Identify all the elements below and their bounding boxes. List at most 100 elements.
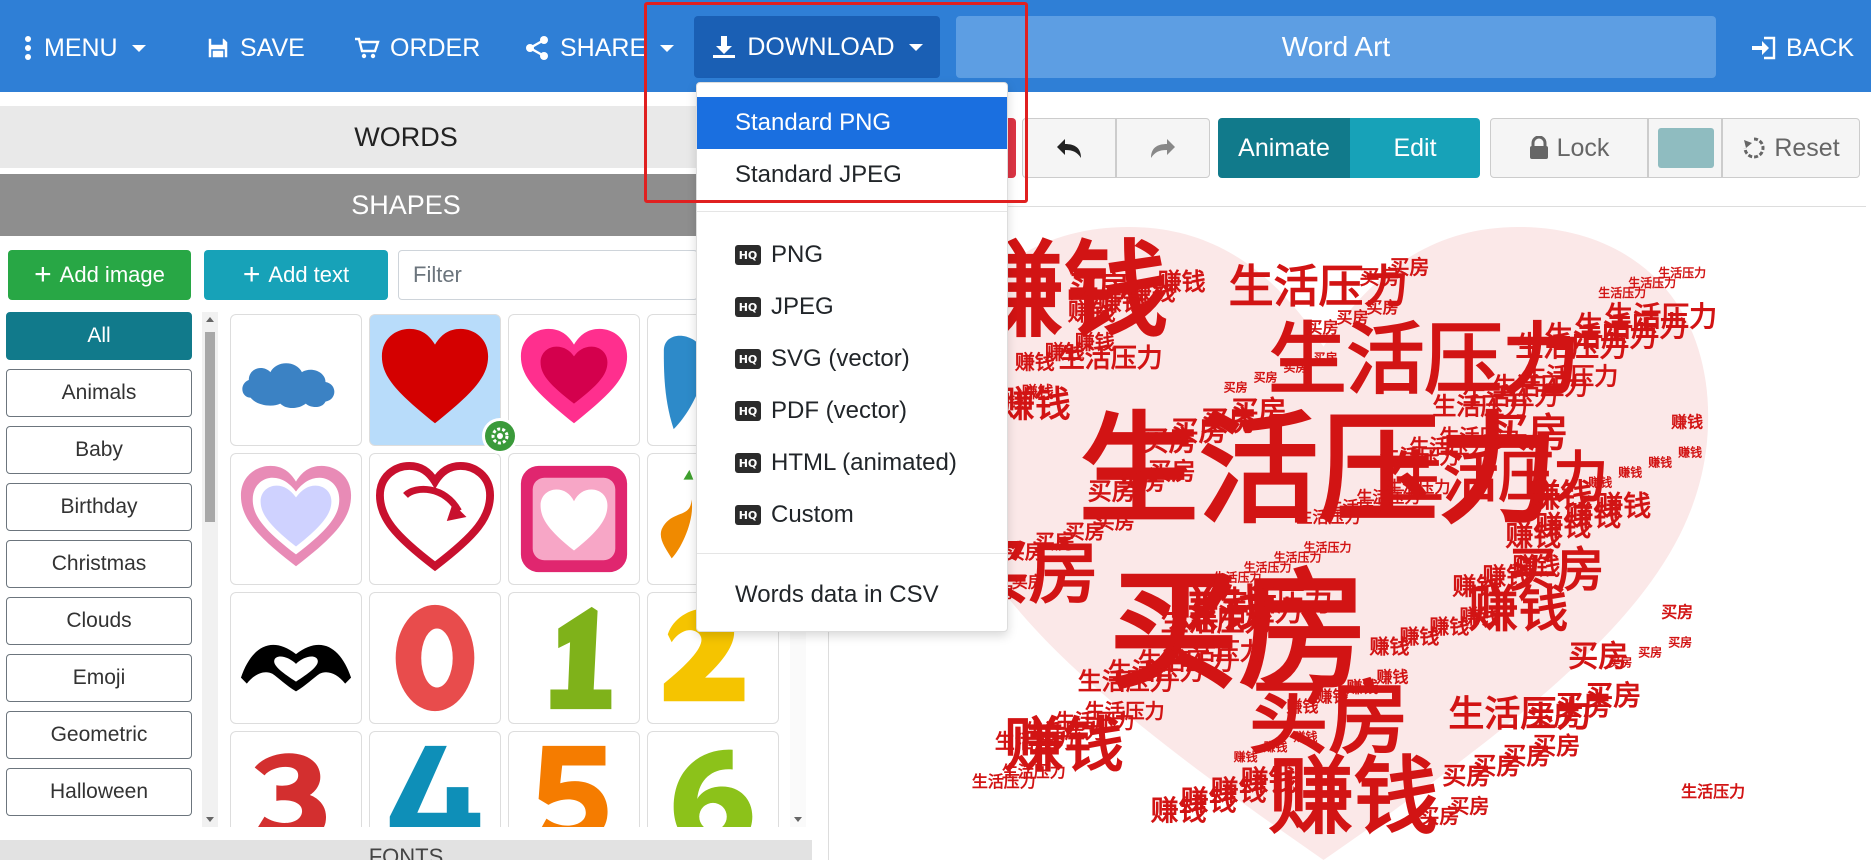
tile-cloud[interactable] [230, 314, 362, 446]
category-baby[interactable]: Baby [6, 426, 192, 474]
undo-icon [1057, 139, 1081, 158]
category-scrollbar[interactable] [202, 312, 218, 827]
shapes-section-header[interactable]: SHAPES [0, 174, 812, 236]
html-option[interactable]: HQ HTML (animated) [697, 437, 1007, 489]
share-label: SHARE [560, 33, 647, 62]
lock-label: Lock [1556, 133, 1610, 162]
reset-button[interactable]: Reset [1722, 118, 1860, 178]
redo-button[interactable] [1116, 118, 1210, 178]
category-christmas[interactable]: Christmas [6, 540, 192, 588]
sign-in-icon [1752, 36, 1776, 60]
tile-arrow-heart[interactable] [369, 453, 501, 585]
download-button[interactable]: DOWNLOAD [694, 16, 940, 78]
hq-badge-icon: HQ [735, 349, 761, 369]
hq-jpeg-label: JPEG [771, 293, 834, 320]
custom-option[interactable]: HQ Custom [697, 489, 1007, 541]
gear-icon[interactable] [482, 418, 518, 454]
word-art-word: 赚钱 [1151, 794, 1207, 827]
standard-png-option[interactable]: Standard PNG [697, 97, 1007, 149]
scrollbar-thumb[interactable] [205, 332, 215, 522]
word-art-word: 买房 [1088, 477, 1136, 506]
word-art-word: 买房 [1284, 360, 1308, 375]
word-art-word: 买房 [1638, 644, 1662, 659]
tile-outline-heart[interactable] [230, 453, 362, 585]
order-label: ORDER [390, 33, 481, 62]
category-halloween[interactable]: Halloween [6, 768, 192, 816]
hq-badge-icon: HQ [735, 505, 761, 525]
add-image-label: Add image [59, 262, 165, 287]
svg-option[interactable]: HQ SVG (vector) [697, 333, 1007, 385]
category-geometric[interactable]: Geometric [6, 711, 192, 759]
word-art-word: 生活压力 [1681, 782, 1745, 801]
tile-red-heart[interactable] [369, 314, 501, 446]
undo-button[interactable] [1022, 118, 1116, 178]
download-icon [713, 36, 736, 58]
edit-label: Edit [1393, 133, 1437, 162]
word-art-word: 生活压力 [1297, 508, 1361, 527]
filter-input[interactable]: Filter [398, 250, 698, 300]
add-image-button[interactable]: + Add image [8, 250, 191, 300]
share-button[interactable]: SHARE [524, 18, 675, 78]
word-art-word: 赚钱 [1316, 687, 1349, 706]
csv-option[interactable]: Words data in CSV [697, 569, 1007, 621]
filter-placeholder: Filter [413, 262, 462, 287]
animate-button[interactable]: Animate [1218, 118, 1350, 178]
menu-button[interactable]: MENU [22, 18, 146, 78]
standard-jpeg-option[interactable]: Standard JPEG [697, 149, 1007, 201]
word-art-word: 生活压力 [972, 772, 1036, 791]
back-button[interactable]: BACK [1750, 18, 1854, 78]
word-art-word: 赚钱 [1068, 297, 1116, 326]
tile-five[interactable] [508, 731, 640, 827]
scroll-up-icon[interactable] [206, 317, 214, 322]
top-navbar: MENU SAVE ORDER SHARE DOWNLOAD Word Art [0, 0, 1871, 92]
tile-square-heart[interactable] [508, 453, 640, 585]
word-art-word: 生活压力 [1432, 392, 1528, 421]
menu-divider [697, 553, 1007, 554]
hq-jpeg-option[interactable]: HQ JPEG [697, 281, 1007, 333]
save-button[interactable]: SAVE [206, 18, 305, 78]
word-art-word: 买房 [1668, 634, 1692, 649]
category-emoji[interactable]: Emoji [6, 654, 192, 702]
word-art-word: 赚钱 [1346, 677, 1379, 696]
word-art-word: 赚钱 [1452, 571, 1500, 600]
category-all[interactable]: All [6, 312, 192, 360]
six-digit-icon [673, 749, 753, 827]
word-art-word: 买房 [1366, 298, 1398, 317]
word-art-word: 买房 [1314, 350, 1338, 365]
standard-jpeg-label: Standard JPEG [735, 161, 902, 188]
word-art-word: 买房 [1442, 761, 1490, 790]
title-field[interactable]: Word Art [956, 16, 1716, 78]
words-section-header[interactable]: WORDS [0, 106, 812, 168]
lock-button[interactable]: Lock [1490, 118, 1648, 178]
edit-button[interactable]: Edit [1350, 118, 1480, 178]
category-birthday[interactable]: Birthday [6, 483, 192, 531]
scroll-down-icon[interactable] [794, 817, 802, 822]
pdf-option[interactable]: HQ PDF (vector) [697, 385, 1007, 437]
color-swatch[interactable] [1658, 128, 1714, 168]
tile-six[interactable] [647, 731, 779, 827]
kebab-icon [25, 36, 31, 60]
tile-pink-heart[interactable] [508, 314, 640, 446]
order-button[interactable]: ORDER [354, 18, 480, 78]
hq-png-option[interactable]: HQ PNG [697, 229, 1007, 281]
add-text-button[interactable]: + Add text [204, 250, 388, 300]
word-art-word: 赚钱 [1647, 455, 1672, 470]
tile-hands-heart[interactable] [230, 592, 362, 724]
tile-zero[interactable] [369, 592, 501, 724]
save-label: SAVE [240, 33, 305, 62]
category-clouds[interactable]: Clouds [6, 597, 192, 645]
tile-one[interactable] [508, 592, 640, 724]
category-animals[interactable]: Animals [6, 369, 192, 417]
fonts-section-header[interactable]: FONTS [0, 840, 812, 860]
scroll-down-icon[interactable] [206, 817, 214, 822]
tile-three[interactable] [230, 731, 362, 827]
word-art-word: 生活压力 [995, 729, 1075, 753]
tile-four[interactable] [369, 731, 501, 827]
word-art-word: 生活压力 [1161, 604, 1273, 637]
word-art-word: 赚钱 [1670, 413, 1703, 432]
hq-badge-icon: HQ [735, 401, 761, 421]
red-heart-icon [381, 328, 489, 424]
hq-png-label: PNG [771, 241, 824, 268]
shapes-header-label: SHAPES [351, 189, 461, 220]
word-art-word: 买房 [1608, 654, 1632, 669]
